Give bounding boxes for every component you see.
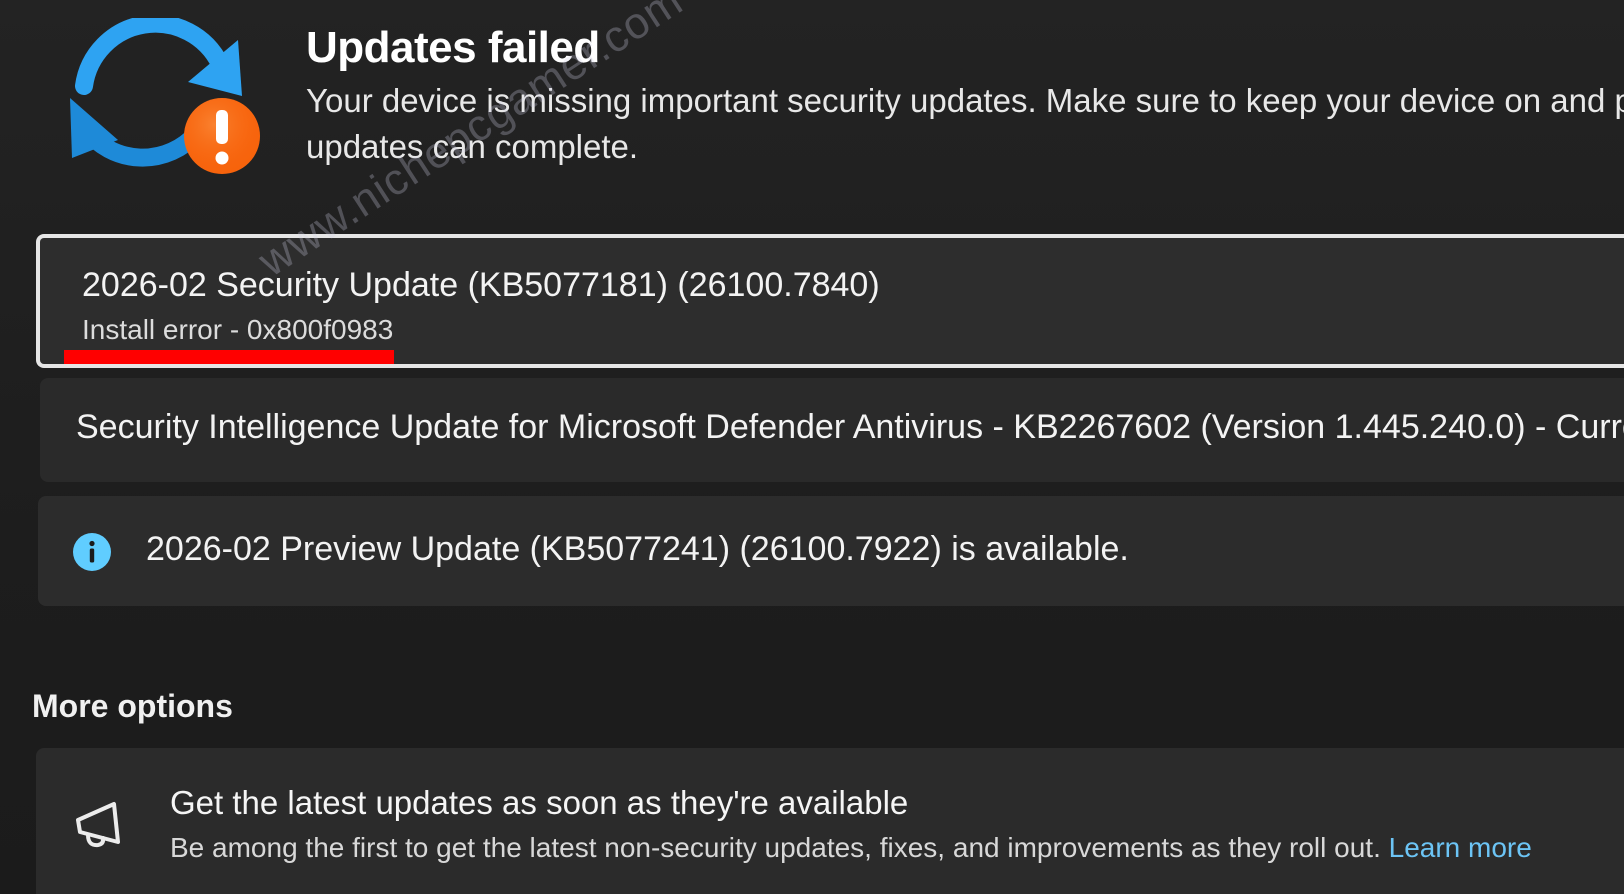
update-error-status: Install error - 0x800f0983 — [82, 314, 394, 345]
learn-more-link[interactable]: Learn more — [1389, 832, 1532, 863]
preview-update-text: 2026-02 Preview Update (KB5077241) (2610… — [146, 530, 1129, 568]
status-description-line1: Your device is missing important securit… — [306, 82, 1624, 119]
update-item-security-update[interactable]: 2026-02 Security Update (KB5077181) (261… — [36, 234, 1624, 368]
sync-error-icon — [70, 18, 260, 174]
windows-update-page: Updates failed Your device is missing im… — [0, 0, 1624, 894]
preview-update-notice[interactable]: 2026-02 Preview Update (KB5077241) (2610… — [38, 496, 1624, 606]
status-header: Updates failed Your device is missing im… — [306, 22, 1624, 170]
error-highlight-underline — [64, 350, 394, 364]
latest-updates-description: Be among the first to get the latest non… — [170, 832, 1532, 864]
info-icon — [73, 533, 111, 571]
latest-updates-description-text: Be among the first to get the latest non… — [170, 832, 1381, 863]
latest-updates-option[interactable]: Get the latest updates as soon as they'r… — [36, 748, 1624, 894]
status-description-line2: updates can complete. — [306, 128, 639, 165]
update-item-defender[interactable]: Security Intelligence Update for Microso… — [40, 378, 1624, 482]
update-title: Security Intelligence Update for Microso… — [76, 408, 1624, 446]
more-options-heading: More options — [32, 688, 233, 724]
update-title: 2026-02 Security Update (KB5077181) (261… — [82, 266, 880, 304]
page-title: Updates failed — [306, 23, 600, 72]
latest-updates-title: Get the latest updates as soon as they'r… — [170, 784, 909, 821]
megaphone-icon — [76, 802, 120, 848]
